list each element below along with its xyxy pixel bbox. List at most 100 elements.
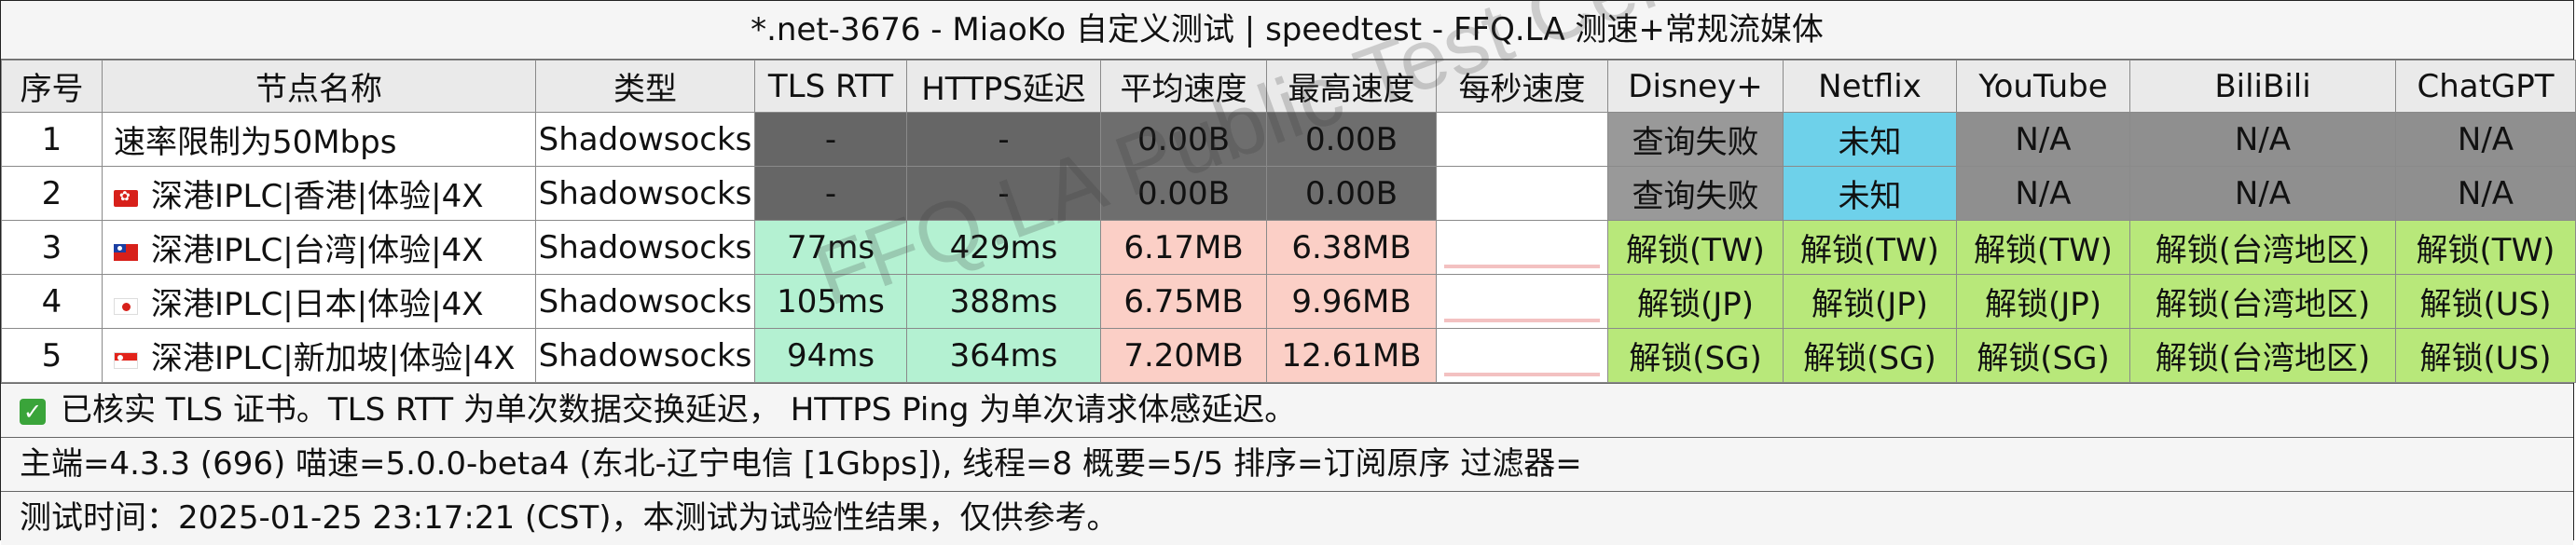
max-speed: 9.96MB xyxy=(1266,274,1437,329)
row-index: 4 xyxy=(1,274,103,329)
max-speed: 6.38MB xyxy=(1266,220,1437,275)
https-latency: - xyxy=(906,112,1101,167)
check-icon: ✓ xyxy=(20,398,46,425)
netflix-result: 解锁(TW) xyxy=(1783,220,1957,275)
avg-speed: 0.00B xyxy=(1100,166,1267,221)
avg-speed: 0.00B xyxy=(1100,112,1267,167)
row-index: 3 xyxy=(1,220,103,275)
header-avg-speed: 平均速度 xyxy=(1100,60,1267,113)
bilibili-result: N/A xyxy=(2129,112,2396,167)
max-speed: 0.00B xyxy=(1266,166,1437,221)
https-latency: 388ms xyxy=(906,274,1101,329)
node-name-text: 速率限制为50Mbps xyxy=(114,124,397,161)
header-youtube: YouTube xyxy=(1956,60,2130,113)
tls-rtt: - xyxy=(754,166,907,221)
header-per-second-speed: 每秒速度 xyxy=(1436,60,1608,113)
bilibili-result: 解锁(台湾地区) xyxy=(2129,328,2396,383)
table-row: 4 深港IPLC|日本|体验|4X Shadowsocks 105ms 388m… xyxy=(1,274,2576,329)
node-name: 深港IPLC|香港|体验|4X xyxy=(102,166,536,221)
node-name-text: 深港IPLC|新加坡|体验|4X xyxy=(151,340,516,377)
speed-sparkline xyxy=(1444,373,1600,376)
chatgpt-result: 解锁(US) xyxy=(2395,274,2576,329)
header-type: 类型 xyxy=(535,60,755,113)
chatgpt-result: N/A xyxy=(2395,166,2576,221)
bilibili-result: 解锁(台湾地区) xyxy=(2129,220,2396,275)
header-index: 序号 xyxy=(1,60,103,113)
avg-speed: 7.20MB xyxy=(1100,328,1267,383)
per-second-speed xyxy=(1436,274,1608,329)
node-name: 深港IPLC|日本|体验|4X xyxy=(102,274,536,329)
page-title: *.net-3676 - MiaoKo 自定义测试 | speedtest - … xyxy=(1,1,2573,60)
tls-rtt: 94ms xyxy=(754,328,907,383)
row-index: 1 xyxy=(1,112,103,167)
disney-result: 查询失败 xyxy=(1607,112,1784,167)
result-image: *.net-3676 - MiaoKo 自定义测试 | speedtest - … xyxy=(0,0,2576,545)
taiwan-flag-icon xyxy=(114,243,138,261)
node-type: Shadowsocks xyxy=(535,328,755,383)
header-https-latency: HTTPS延迟 xyxy=(906,60,1101,113)
disney-result: 查询失败 xyxy=(1607,166,1784,221)
chatgpt-result: 解锁(US) xyxy=(2395,328,2576,383)
header-node-name: 节点名称 xyxy=(102,60,536,113)
https-latency: 429ms xyxy=(906,220,1101,275)
node-name: 深港IPLC|新加坡|体验|4X xyxy=(102,328,536,383)
header-netflix: Netflix xyxy=(1783,60,1957,113)
chatgpt-result: N/A xyxy=(2395,112,2576,167)
netflix-result: 解锁(SG) xyxy=(1783,328,1957,383)
max-speed: 0.00B xyxy=(1266,112,1437,167)
table-row: 3 深港IPLC|台湾|体验|4X Shadowsocks 77ms 429ms… xyxy=(1,220,2576,275)
per-second-speed xyxy=(1436,112,1608,167)
test-time: 测试时间：2025-01-25 23:17:21 (CST)，本测试为试验性结果… xyxy=(1,491,2573,545)
header-bilibili: BiliBili xyxy=(2129,60,2396,113)
avg-speed: 6.17MB xyxy=(1100,220,1267,275)
hong-kong-flag-icon xyxy=(114,189,138,207)
tls-rtt: 77ms xyxy=(754,220,907,275)
node-name-text: 深港IPLC|日本|体验|4X xyxy=(151,286,484,323)
singapore-flag-icon xyxy=(114,351,138,369)
header-chatgpt: ChatGPT xyxy=(2395,60,2576,113)
https-latency: 364ms xyxy=(906,328,1101,383)
header-max-speed: 最高速度 xyxy=(1266,60,1437,113)
youtube-result: 解锁(SG) xyxy=(1956,328,2130,383)
per-second-speed xyxy=(1436,328,1608,383)
bilibili-result: 解锁(台湾地区) xyxy=(2129,274,2396,329)
node-name-text: 深港IPLC|台湾|体验|4X xyxy=(151,232,484,269)
disney-result: 解锁(SG) xyxy=(1607,328,1784,383)
disney-result: 解锁(TW) xyxy=(1607,220,1784,275)
tls-rtt: - xyxy=(754,112,907,167)
disney-result: 解锁(JP) xyxy=(1607,274,1784,329)
bilibili-result: N/A xyxy=(2129,166,2396,221)
result-table: 序号 节点名称 类型 TLS RTT HTTPS延迟 平均速度 最高速度 每秒速… xyxy=(1,60,2576,383)
https-latency: - xyxy=(906,166,1101,221)
tls-rtt: 105ms xyxy=(754,274,907,329)
node-type: Shadowsocks xyxy=(535,220,755,275)
node-type: Shadowsocks xyxy=(535,274,755,329)
header-tls-rtt: TLS RTT xyxy=(754,60,907,113)
netflix-result: 未知 xyxy=(1783,112,1957,167)
youtube-result: N/A xyxy=(1956,166,2130,221)
tls-note: ✓ 已核实 TLS 证书。TLS RTT 为单次数据交换延迟， HTTPS Pin… xyxy=(1,383,2573,437)
node-name: 速率限制为50Mbps xyxy=(102,112,536,167)
node-name: 深港IPLC|台湾|体验|4X xyxy=(102,220,536,275)
table-row: 2 深港IPLC|香港|体验|4X Shadowsocks - - 0.00B … xyxy=(1,166,2576,221)
row-index: 5 xyxy=(1,328,103,383)
youtube-result: N/A xyxy=(1956,112,2130,167)
japan-flag-icon xyxy=(114,297,138,315)
per-second-speed xyxy=(1436,166,1608,221)
node-type: Shadowsocks xyxy=(535,166,755,221)
speed-sparkline xyxy=(1444,319,1600,322)
netflix-result: 解锁(JP) xyxy=(1783,274,1957,329)
netflix-result: 未知 xyxy=(1783,166,1957,221)
avg-speed: 6.75MB xyxy=(1100,274,1267,329)
header-disney: Disney+ xyxy=(1607,60,1784,113)
speed-sparkline xyxy=(1444,265,1600,268)
chatgpt-result: 解锁(TW) xyxy=(2395,220,2576,275)
table-row: 1 速率限制为50Mbps Shadowsocks - - 0.00B 0.00… xyxy=(1,112,2576,167)
test-info: 主端=4.3.3 (696) 喵速=5.0.0-beta4 (东北-辽宁电信 [… xyxy=(1,437,2573,491)
node-type: Shadowsocks xyxy=(535,112,755,167)
table-row: 5 深港IPLC|新加坡|体验|4X Shadowsocks 94ms 364m… xyxy=(1,328,2576,383)
per-second-speed xyxy=(1436,220,1608,275)
node-name-text: 深港IPLC|香港|体验|4X xyxy=(151,178,484,215)
row-index: 2 xyxy=(1,166,103,221)
max-speed: 12.61MB xyxy=(1266,328,1437,383)
